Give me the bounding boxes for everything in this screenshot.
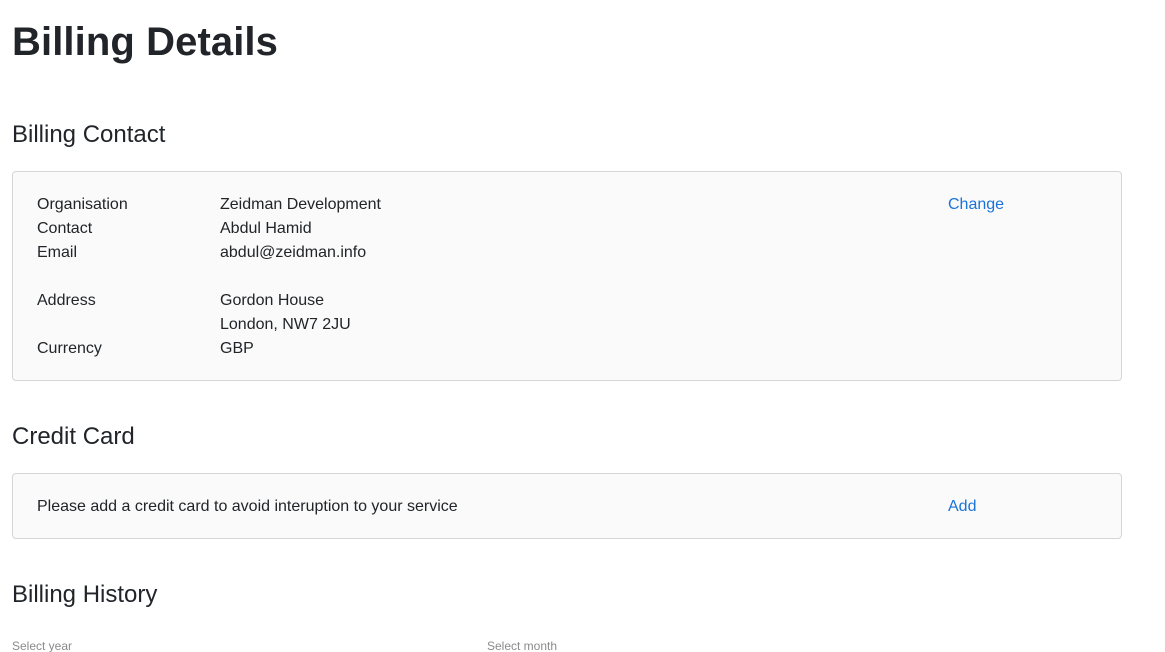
credit-card-card: Please add a credit card to avoid interu… xyxy=(12,473,1122,539)
currency-value: GBP xyxy=(220,340,254,357)
email-label: Email xyxy=(37,244,78,261)
email-value: abdul@zeidman.info xyxy=(220,244,367,261)
billing-contact-heading: Billing Contact xyxy=(12,121,166,148)
address-line2: London, NW7 2JU xyxy=(220,316,351,333)
address-label: Address xyxy=(37,292,96,309)
contact-label: Contact xyxy=(37,220,93,237)
currency-label: Currency xyxy=(37,340,102,357)
change-billing-contact-link[interactable]: Change xyxy=(948,193,1004,217)
select-year-label: Select year xyxy=(12,639,73,652)
address-line1: Gordon House xyxy=(220,292,325,309)
add-credit-card-link[interactable]: Add xyxy=(948,495,976,519)
billing-history-heading: Billing History xyxy=(12,581,158,608)
organisation-value: Zeidman Development xyxy=(220,196,381,213)
contact-value: Abdul Hamid xyxy=(220,220,312,237)
credit-card-message: Please add a credit card to avoid interu… xyxy=(37,498,458,515)
billing-details-page: Billing Details Billing Contact Organisa… xyxy=(0,0,1165,652)
credit-card-heading: Credit Card xyxy=(12,423,135,450)
page-title: Billing Details xyxy=(12,20,278,64)
billing-contact-card: Organisation Zeidman Development Change … xyxy=(12,171,1122,381)
select-month-label: Select month xyxy=(487,639,558,652)
organisation-label: Organisation xyxy=(37,196,128,213)
